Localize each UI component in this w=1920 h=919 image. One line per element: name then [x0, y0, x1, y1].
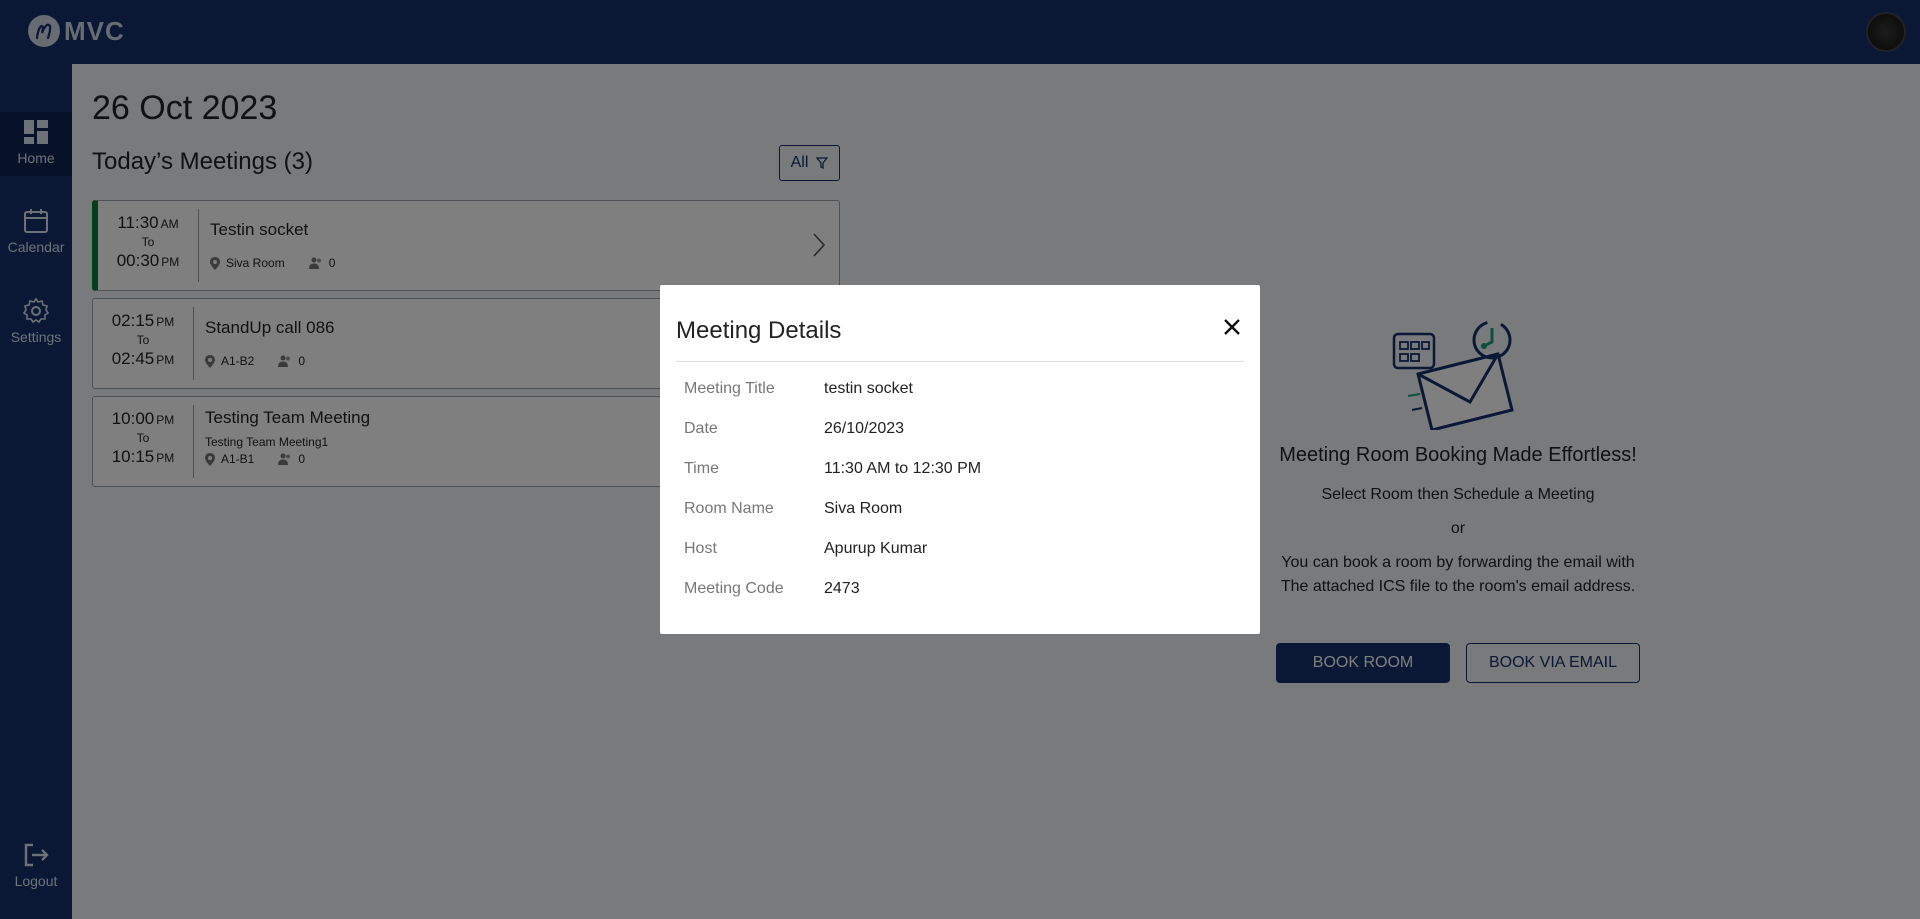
detail-value: 11:30 AM to 12:30 PM	[824, 460, 982, 477]
detail-value: testin socket	[824, 380, 913, 397]
detail-label: Date	[684, 420, 718, 437]
detail-value: 26/10/2023	[824, 420, 905, 437]
detail-value: Siva Room	[824, 500, 903, 517]
detail-label: Time	[684, 460, 719, 477]
detail-label: Host	[684, 540, 717, 557]
detail-label: Room Name	[684, 500, 774, 517]
divider	[676, 361, 1244, 362]
detail-label: Meeting Code	[684, 580, 784, 597]
detail-label: Meeting Title	[684, 380, 775, 397]
close-icon[interactable]	[1220, 315, 1244, 339]
meeting-details-modal: Meeting Details Meeting Title testin soc…	[660, 285, 1260, 634]
detail-value: 2473	[824, 580, 860, 597]
detail-value: Apurup Kumar	[824, 540, 928, 557]
modal-title: Meeting Details	[676, 317, 842, 344]
